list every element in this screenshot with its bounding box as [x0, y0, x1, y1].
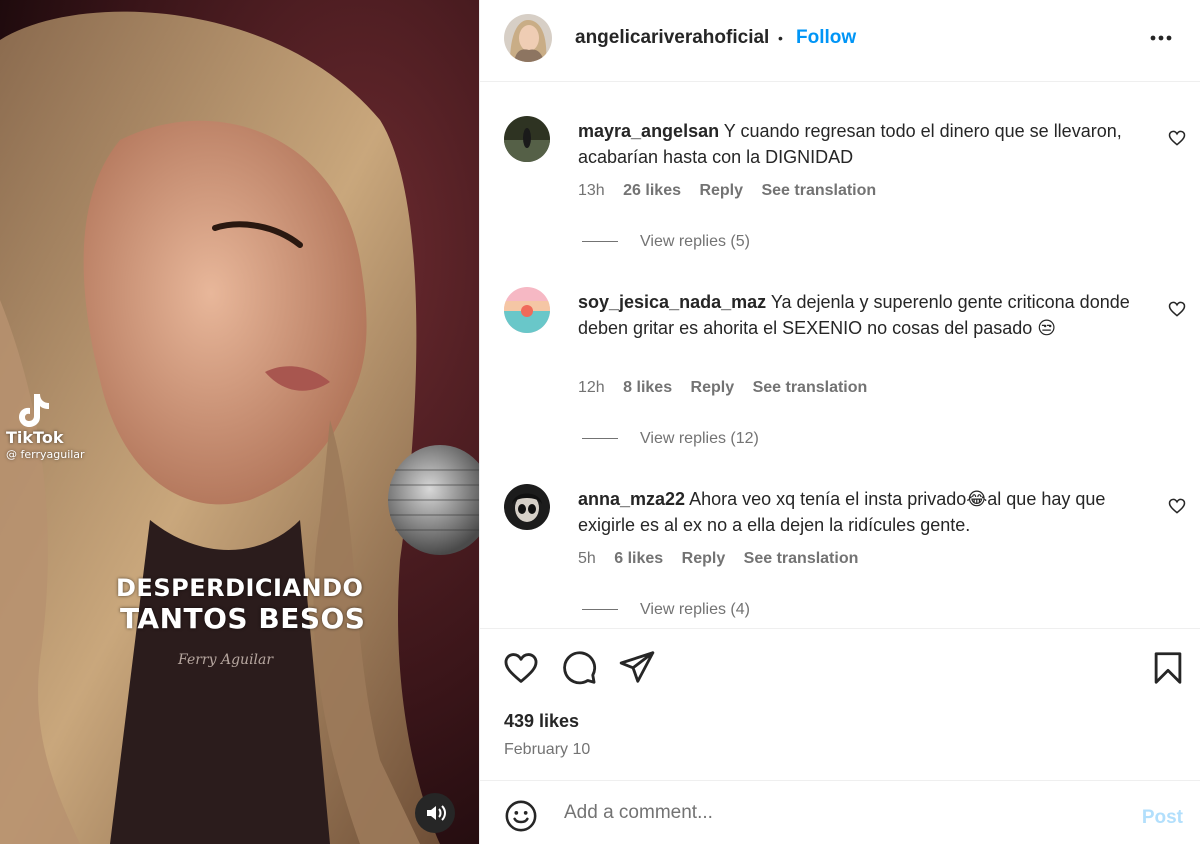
comment-username[interactable]: soy_jesica_nada_maz: [578, 292, 766, 312]
speaker-icon: [427, 805, 446, 821]
comment-time[interactable]: 12h: [578, 379, 605, 396]
tiktok-brand: TikTok: [6, 428, 64, 447]
comment-meta: 13h 26 likes Reply See translation: [578, 182, 890, 200]
header-separator: •: [778, 30, 783, 46]
video-caption-line2: TANTOS BESOS: [120, 602, 366, 635]
comment-body: soy_jesica_nada_maz Ya dejenla y superen…: [578, 289, 1148, 341]
replies-divider: [582, 609, 618, 611]
more-icon[interactable]: [1145, 22, 1177, 54]
commenter-avatar[interactable]: [504, 484, 550, 530]
comment-input[interactable]: [562, 795, 1106, 831]
comment-like-heart-icon[interactable]: [1167, 496, 1187, 516]
commenter-avatar[interactable]: [504, 116, 550, 162]
comment-bubble-icon[interactable]: [560, 649, 598, 687]
comment-likes[interactable]: 8 likes: [623, 379, 672, 396]
post-likes-count[interactable]: 439 likes: [504, 711, 579, 732]
view-replies-button[interactable]: View replies (12): [582, 430, 759, 448]
comment-time[interactable]: 5h: [578, 550, 596, 567]
video-caption-line1: DESPERDICIANDO: [116, 574, 364, 602]
view-replies-label: View replies (12): [640, 430, 759, 447]
see-translation-link[interactable]: See translation: [753, 379, 868, 396]
comment-meta: 12h 8 likes Reply See translation: [578, 379, 881, 397]
comment-meta: 5h 6 likes Reply See translation: [578, 550, 872, 568]
see-translation-link[interactable]: See translation: [744, 550, 859, 567]
commenter-avatar-image: [504, 287, 550, 333]
post-detail-panel: angelicariverahoficial • Follow mayra_an…: [479, 0, 1200, 844]
follow-button[interactable]: Follow: [796, 27, 856, 49]
comment-username[interactable]: mayra_angelsan: [578, 121, 719, 141]
emoji-icon[interactable]: [504, 799, 538, 833]
author-avatar-image: [504, 14, 552, 62]
comment-username[interactable]: anna_mza22: [578, 489, 685, 509]
post-actions: 439 likes February 10: [480, 628, 1200, 779]
comment-time[interactable]: 13h: [578, 182, 605, 199]
share-paper-plane-icon[interactable]: [618, 648, 656, 686]
comments-list[interactable]: mayra_angelsan Y cuando regresan todo el…: [480, 82, 1200, 627]
comment-like-heart-icon[interactable]: [1167, 299, 1187, 319]
comment-reply-button[interactable]: Reply: [682, 550, 726, 567]
view-replies-button[interactable]: View replies (4): [582, 601, 750, 619]
artist-signature: Ferry Aguilar: [178, 652, 274, 668]
add-comment-bar: Post: [480, 780, 1200, 845]
post-header: angelicariverahoficial • Follow: [480, 0, 1200, 82]
sound-toggle-button[interactable]: [415, 793, 455, 833]
see-translation-link[interactable]: See translation: [761, 182, 876, 199]
post-media-video[interactable]: TikTok @ ferryaguilar DESPERDICIANDO TAN…: [0, 0, 479, 844]
replies-divider: [582, 241, 618, 243]
view-replies-label: View replies (5): [640, 233, 750, 250]
tiktok-logo-icon: [19, 394, 49, 427]
replies-divider: [582, 438, 618, 440]
comment-likes[interactable]: 6 likes: [614, 550, 663, 567]
tiktok-handle: @ ferryaguilar: [6, 448, 85, 461]
post-date[interactable]: February 10: [504, 741, 590, 759]
view-replies-label: View replies (4): [640, 601, 750, 618]
like-heart-icon[interactable]: [502, 649, 540, 687]
comment-likes[interactable]: 26 likes: [623, 182, 681, 199]
save-bookmark-icon[interactable]: [1149, 649, 1187, 687]
author-username[interactable]: angelicariverahoficial: [575, 27, 769, 49]
comment-like-heart-icon[interactable]: [1167, 128, 1187, 148]
view-replies-button[interactable]: View replies (5): [582, 233, 750, 251]
comment-reply-button[interactable]: Reply: [691, 379, 735, 396]
commenter-avatar[interactable]: [504, 287, 550, 333]
comment-body: anna_mza22 Ahora veo xq tenía el insta p…: [578, 486, 1148, 538]
commenter-avatar-image: [504, 116, 550, 162]
comment-reply-button[interactable]: Reply: [699, 182, 743, 199]
author-avatar[interactable]: [504, 14, 552, 62]
comment-body: mayra_angelsan Y cuando regresan todo el…: [578, 118, 1148, 170]
post-comment-button[interactable]: Post: [1142, 807, 1183, 829]
video-frame: [0, 0, 479, 844]
commenter-avatar-image: [504, 484, 550, 530]
